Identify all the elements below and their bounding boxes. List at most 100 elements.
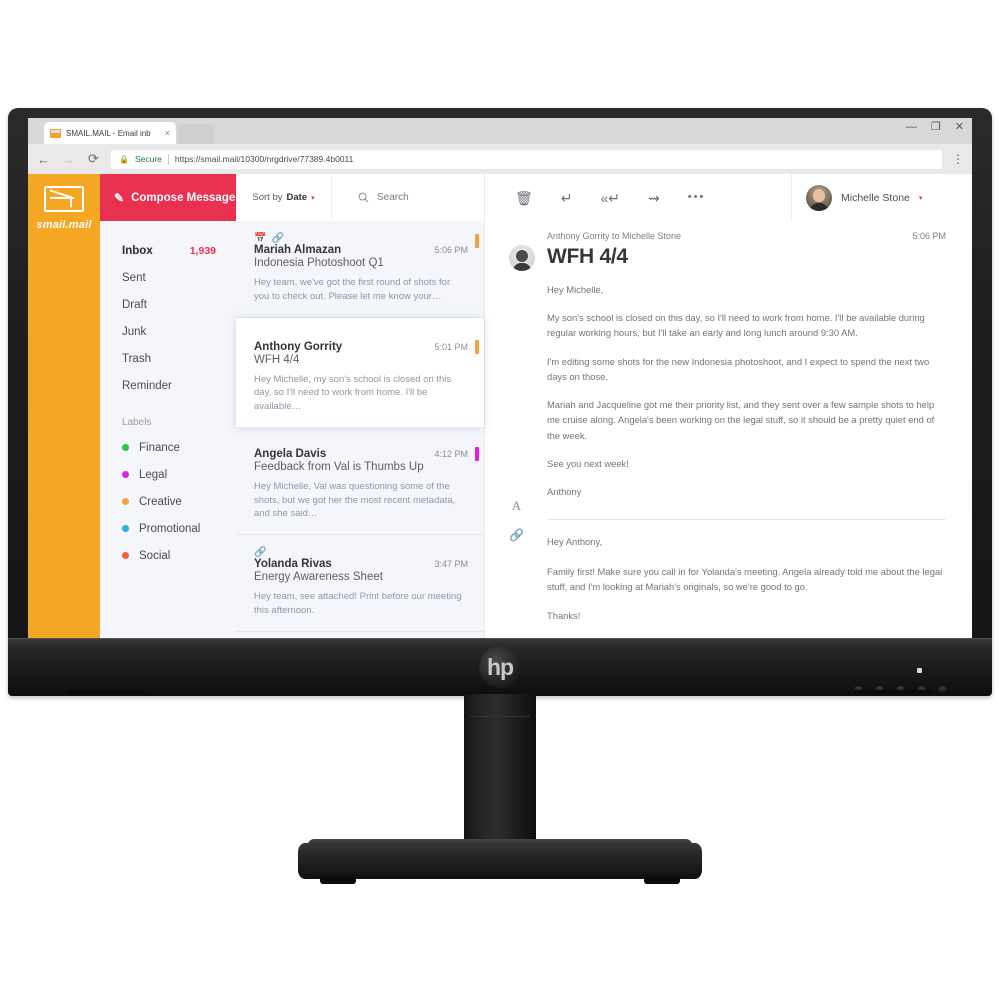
sort-by-date-button[interactable]: Sort by Date ▾	[236, 174, 331, 221]
chin-highlight	[8, 638, 992, 640]
email-preview: Hey Michelle, Val was questioning some o…	[254, 480, 456, 520]
attachment-icon: 🔗	[271, 232, 284, 244]
forward-icon[interactable]: ⇝	[648, 191, 660, 205]
sidebar-label-legal[interactable]: Legal	[100, 461, 236, 488]
monitor-bezel: SMAIL.MAIL - Email inb × — ❐ ✕ ← → ⟳ 🔒 S…	[8, 108, 992, 696]
url-input[interactable]: 🔒 Secure https://smail.mail/10300/nrgdri…	[111, 149, 942, 169]
label-text: Promotional	[139, 522, 201, 535]
chevron-down-icon: ▾	[918, 194, 923, 202]
message-participants: Anthony Gorrity to Michelle Stone	[547, 231, 682, 241]
label-text: Social	[139, 549, 171, 562]
more-options-icon[interactable]: •••	[688, 192, 706, 203]
power-led	[917, 668, 922, 673]
search-input[interactable]: Search	[331, 174, 484, 221]
sidebar-item-inbox[interactable]: Inbox 1,939	[100, 237, 236, 264]
brand-rail: smail.mail	[28, 174, 100, 645]
secure-label: Secure	[134, 154, 162, 164]
avatar	[806, 184, 832, 211]
sidebar-item-trash[interactable]: Trash	[100, 345, 236, 372]
calendar-icon: 📅	[254, 232, 267, 244]
sidebar-label-social[interactable]: Social	[100, 542, 236, 569]
sort-prefix: Sort by	[252, 192, 283, 203]
compose-icon: ✎	[114, 190, 125, 205]
status-badge	[475, 234, 479, 248]
base-foot	[644, 877, 680, 884]
search-placeholder: Search	[377, 192, 409, 203]
forward-icon[interactable]: →	[61, 152, 76, 167]
list-item[interactable]: Anthony Gorrity 5:01 PM WFH 4/4 Hey Mich…	[236, 317, 484, 427]
message-paragraph: Hey Michelle,	[547, 284, 604, 295]
browser-omnibar: ← → ⟳ 🔒 Secure https://smail.mail/10300/…	[28, 144, 972, 174]
sender-avatar	[509, 245, 535, 271]
reply-icon[interactable]: ↵	[561, 191, 573, 205]
brand-name: smail.mail	[36, 219, 92, 231]
reload-icon[interactable]: ⟳	[86, 151, 101, 167]
email-preview: Hey team, we've got the first round of s…	[254, 277, 451, 302]
chevron-down-icon: ▾	[311, 194, 315, 202]
sidebar-item-junk[interactable]: Junk	[100, 318, 236, 345]
mail-app: smail.mail ✎ Compose Message Inbox 1,939…	[28, 174, 972, 645]
back-icon[interactable]: ←	[36, 152, 51, 167]
message-paragraph: I'm editing some shots for the new Indon…	[547, 355, 930, 382]
label-dot-icon	[122, 471, 129, 478]
maximize-icon[interactable]: ❐	[931, 122, 941, 133]
browser-tab[interactable]: SMAIL.MAIL - Email inb ×	[44, 122, 176, 144]
email-subject: Energy Awareness Sheet	[254, 571, 383, 584]
sidebar-nav: ✎ Compose Message Inbox 1,939 Sent Draft…	[100, 174, 348, 645]
status-badge	[475, 339, 479, 354]
label-dot-icon	[122, 444, 129, 451]
list-item[interactable]: 📅 🔗 Mariah Almazan 5:06 PM Indonesia Pho…	[236, 221, 484, 318]
reading-pane: 🗑 ↵ «↵ ⇝ ••• Michelle Stone ▾ Anthony Go…	[484, 174, 972, 645]
folder-label: Junk	[122, 325, 147, 338]
email-subject: Feedback from Val is Thumbs Up	[254, 460, 424, 473]
folder-label: Trash	[122, 352, 151, 365]
hp-logo-text: hp	[486, 653, 514, 680]
page-title: WFH 4/4	[547, 245, 628, 268]
message-signature: Anthony	[547, 486, 582, 498]
labels-heading: Labels	[122, 417, 152, 428]
message-paragraph: See you next week!	[547, 457, 629, 469]
sidebar-label-creative[interactable]: Creative	[100, 488, 236, 515]
sender-name: Mariah Almazan	[254, 244, 342, 256]
font-format-icon[interactable]: A	[512, 498, 521, 514]
folder-label: Sent	[122, 271, 146, 284]
email-time: 5:06 PM	[434, 245, 468, 255]
sidebar-item-reminder[interactable]: Reminder	[100, 372, 236, 399]
close-icon[interactable]: ✕	[955, 122, 964, 133]
list-item[interactable]: 🔗 Yolanda Rivas 3:47 PM Energy Awareness…	[236, 535, 484, 632]
sidebar-item-draft[interactable]: Draft	[100, 291, 236, 318]
browser-menu-icon[interactable]: ⋮	[952, 153, 964, 165]
delete-icon[interactable]: 🗑	[515, 191, 533, 205]
email-preview: Hey Michelle, my son's school is closed …	[254, 373, 452, 413]
message-paragraph: My son's school is closed on this day, s…	[547, 312, 925, 339]
window-controls: — ❐ ✕	[906, 122, 964, 133]
new-tab-button[interactable]	[178, 124, 214, 144]
user-menu[interactable]: Michelle Stone ▾	[792, 184, 972, 211]
attachment-icon[interactable]: 🔗	[509, 528, 524, 542]
monitor-chin: hp	[8, 638, 992, 696]
folder-label: Inbox	[122, 244, 153, 257]
label-dot-icon	[122, 498, 129, 505]
monitor-screen: SMAIL.MAIL - Email inb × — ❐ ✕ ← → ⟳ 🔒 S…	[28, 118, 972, 645]
email-time: 5:01 PM	[434, 341, 468, 352]
reply-divider	[547, 519, 946, 521]
label-dot-icon	[122, 525, 129, 532]
label-text: Legal	[139, 468, 168, 481]
osd-button[interactable]	[938, 686, 947, 692]
folder-count: 1,939	[189, 244, 216, 257]
sidebar-label-finance[interactable]: Finance	[100, 434, 236, 461]
minimize-icon[interactable]: —	[906, 122, 917, 133]
sidebar-item-sent[interactable]: Sent	[100, 264, 236, 291]
message-body: Anthony Gorrity to Michelle Stone 5:06 P…	[485, 221, 972, 645]
list-item[interactable]: Angela Davis 4:12 PM Feedback from Val i…	[236, 426, 484, 536]
label-text: Creative	[139, 495, 182, 508]
sidebar-label-promotional[interactable]: Promotional	[100, 515, 236, 542]
email-subject: WFH 4/4	[254, 353, 300, 366]
tab-close-icon[interactable]: ×	[165, 128, 170, 138]
sender-name: Yolanda Rivas	[254, 558, 332, 571]
user-name: Michelle Stone	[841, 191, 910, 204]
browser-window: SMAIL.MAIL - Email inb × — ❐ ✕ ← → ⟳ 🔒 S…	[28, 118, 972, 645]
search-icon	[358, 192, 369, 203]
sender-name: Anthony Gorrity	[254, 340, 343, 353]
reply-all-icon[interactable]: «↵	[601, 191, 621, 205]
